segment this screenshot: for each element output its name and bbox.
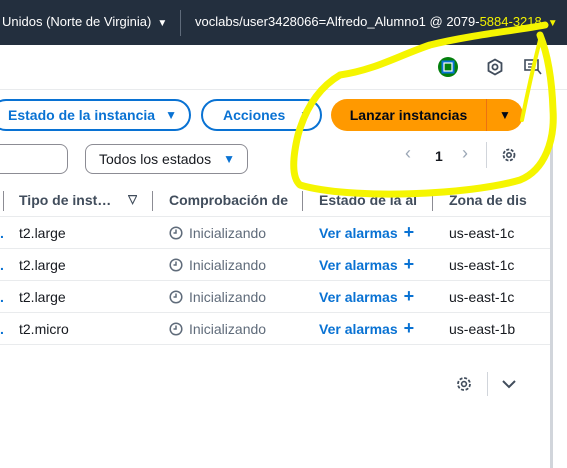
- status-check-label: Inicializando: [189, 321, 267, 337]
- split-panel-gear-icon[interactable]: [454, 374, 474, 394]
- status-check-label: Inicializando: [189, 289, 267, 305]
- feedback-icon: [524, 59, 542, 75]
- add-alarm-icon[interactable]: +: [404, 318, 415, 338]
- column-header-alarm-status[interactable]: Estado de la ala: [319, 192, 417, 208]
- pending-clock-icon: [169, 226, 183, 240]
- status-check-label: Inicializando: [189, 257, 267, 273]
- caret-down-icon: ▼: [299, 108, 312, 122]
- account-label: voclabs/user3428066=Alfredo_Alumno1 @ 20…: [195, 14, 480, 29]
- scrollbar-track[interactable]: [550, 90, 553, 468]
- pending-clock-icon: [169, 322, 183, 336]
- caret-down-icon: ▼: [165, 108, 177, 122]
- table-header: Tipo de inst… ▽ Comprobación de Estado d…: [0, 185, 550, 217]
- region-selector[interactable]: Unidos (Norte de Virginia) ▼: [2, 14, 167, 29]
- split-panel-divider: [487, 372, 488, 396]
- availability-zone-cell: us-east-1c: [449, 289, 515, 305]
- account-menu[interactable]: voclabs/user3428066=Alfredo_Alumno1 @ 20…: [195, 14, 558, 29]
- column-divider[interactable]: [302, 191, 303, 211]
- view-alarms-link[interactable]: Ver alarmas +: [319, 318, 415, 338]
- table-row[interactable]: . t2.large Inicializando Ver alarmas + us…: [0, 281, 550, 313]
- chevron-down-icon[interactable]: [500, 374, 518, 394]
- status-check-cell: Inicializando: [169, 289, 266, 305]
- table-row[interactable]: . t2.large Inicializando Ver alarmas + us…: [0, 217, 550, 249]
- settings-button[interactable]: [484, 56, 506, 78]
- launch-instances-button[interactable]: Lanzar instancias ▼: [331, 99, 523, 131]
- availability-zone-cell: us-east-1c: [449, 257, 515, 273]
- actions-button[interactable]: Acciones ▼: [201, 99, 322, 131]
- add-alarm-icon[interactable]: +: [404, 286, 415, 306]
- view-alarms-label: Ver alarmas: [319, 225, 398, 241]
- gear-icon: [487, 58, 503, 76]
- instance-type-cell: t2.large: [19, 225, 66, 241]
- row-link-fragment[interactable]: .: [0, 321, 4, 337]
- availability-zone-cell: us-east-1c: [449, 225, 515, 241]
- actions-label: Acciones: [223, 107, 286, 123]
- sort-icon[interactable]: ▽: [128, 192, 137, 206]
- column-header-availability-zone[interactable]: Zona de dis: [449, 192, 529, 208]
- instance-type-cell: t2.large: [19, 289, 66, 305]
- caret-down-icon: ▼: [223, 152, 235, 166]
- availability-zone-cell: us-east-1b: [449, 321, 516, 337]
- column-header-instance-type[interactable]: Tipo de inst…: [19, 192, 115, 208]
- status-check-cell: Inicializando: [169, 321, 266, 337]
- state-filter-value: Todos los estados: [99, 151, 212, 167]
- caret-down-icon: ▼: [157, 18, 168, 29]
- row-link-fragment[interactable]: .: [0, 289, 4, 305]
- instance-type-cell: t2.large: [19, 257, 66, 273]
- feedback-button[interactable]: [522, 56, 544, 78]
- status-check-label: Inicializando: [189, 225, 267, 241]
- row-link-fragment[interactable]: .: [0, 257, 4, 273]
- table-preferences-gear-icon[interactable]: [500, 146, 518, 164]
- table-row[interactable]: . t2.micro Inicializando Ver alarmas + us…: [0, 313, 550, 345]
- view-alarms-label: Ver alarmas: [319, 289, 398, 305]
- column-divider[interactable]: [3, 191, 4, 211]
- column-divider[interactable]: [432, 191, 433, 211]
- secondary-toolbar: [0, 45, 567, 90]
- status-check-cell: Inicializando: [169, 257, 266, 273]
- table-row[interactable]: . t2.large Inicializando Ver alarmas + us…: [0, 249, 550, 281]
- search-input[interactable]: [0, 144, 68, 174]
- view-alarms-link[interactable]: Ver alarmas +: [319, 286, 415, 306]
- state-filter-select[interactable]: Todos los estados ▼: [85, 144, 248, 174]
- cloudshell-icon: [438, 57, 458, 77]
- pager-divider: [486, 142, 487, 168]
- column-divider[interactable]: [152, 191, 153, 211]
- cloudshell-button[interactable]: [437, 56, 459, 78]
- topbar-divider: [180, 10, 181, 36]
- top-navigation-bar: Unidos (Norte de Virginia) ▼ voclabs/user…: [0, 0, 567, 45]
- view-alarms-link[interactable]: Ver alarmas +: [319, 254, 415, 274]
- pending-clock-icon: [169, 258, 183, 272]
- view-alarms-label: Ver alarmas: [319, 321, 398, 337]
- instance-type-cell: t2.micro: [19, 321, 69, 337]
- pending-clock-icon: [169, 290, 183, 304]
- launch-instances-label: Lanzar instancias: [349, 107, 468, 123]
- launch-dropdown-caret-icon[interactable]: ▼: [487, 108, 523, 122]
- region-label: Unidos (Norte de Virginia): [2, 14, 152, 29]
- next-page-icon[interactable]: ›: [462, 143, 468, 164]
- view-alarms-link[interactable]: Ver alarmas +: [319, 222, 415, 242]
- previous-page-icon[interactable]: ‹: [405, 143, 411, 164]
- add-alarm-icon[interactable]: +: [404, 254, 415, 274]
- instance-state-button[interactable]: Estado de la instancia ▼: [0, 99, 191, 131]
- status-check-cell: Inicializando: [169, 225, 266, 241]
- caret-down-icon: ▼: [547, 18, 558, 29]
- row-link-fragment[interactable]: .: [0, 225, 4, 241]
- page-number[interactable]: 1: [435, 148, 443, 164]
- column-header-status-check[interactable]: Comprobación de: [169, 192, 297, 208]
- view-alarms-label: Ver alarmas: [319, 257, 398, 273]
- add-alarm-icon[interactable]: +: [404, 222, 415, 242]
- account-id-highlight: 5884-3218: [479, 14, 542, 29]
- instance-state-label: Estado de la instancia: [8, 107, 156, 123]
